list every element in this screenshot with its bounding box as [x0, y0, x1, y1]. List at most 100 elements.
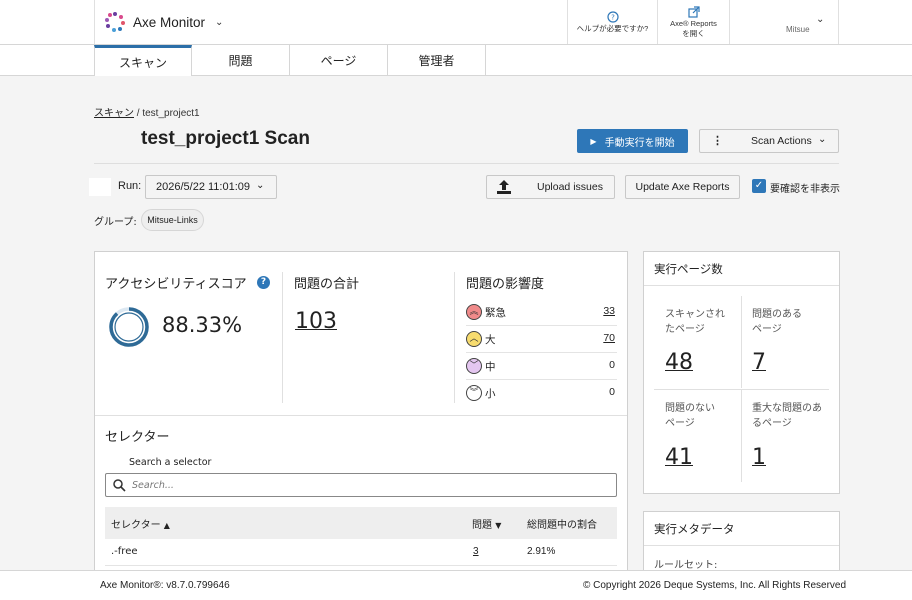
- tab-admin[interactable]: 管理者: [388, 45, 486, 76]
- impact-row-critical: ︽ 緊急 33: [466, 300, 617, 326]
- column-header-selector[interactable]: セレクター ▲︎: [111, 516, 170, 531]
- column-divider: [454, 272, 455, 403]
- help-icon[interactable]: ?: [257, 276, 270, 289]
- svg-text:?: ?: [611, 13, 615, 21]
- axe-logo-icon: [105, 12, 125, 32]
- upload-issues-label: Upload issues: [537, 181, 603, 193]
- tab-pages[interactable]: ページ: [290, 45, 388, 76]
- chevron-down-icon: ⌄: [256, 180, 265, 191]
- start-manual-run-label: 手動実行を開始: [604, 137, 675, 149]
- score-ring-chart: [109, 307, 149, 347]
- run-metadata-title: 実行メタデータ: [654, 522, 735, 536]
- scan-actions-label: Scan Actions: [751, 135, 812, 147]
- impact-count: 0: [609, 359, 615, 371]
- run-pages-title: 実行ページ数: [654, 262, 723, 276]
- impact-name: 大: [485, 334, 496, 346]
- chevron-down-icon: ⌄: [816, 14, 825, 25]
- help-label: ヘルプが必要ですか?: [576, 23, 649, 33]
- sort-desc-icon: ▼: [495, 521, 502, 530]
- run-label: Run:: [118, 180, 142, 192]
- breadcrumb-scans-link[interactable]: スキャン: [94, 108, 134, 119]
- breadcrumb-current: test_project1: [142, 108, 200, 119]
- sort-icon: ▲︎: [163, 521, 170, 530]
- top-bar: Axe Monitor ⌄ ? ヘルプが必要ですか? Axe® Reports …: [0, 0, 912, 45]
- tab-scans[interactable]: スキャン: [94, 45, 192, 76]
- ratio-cell: 2.91%: [527, 546, 556, 557]
- card-divider: [644, 545, 839, 546]
- impact-title: 問題の影響度: [466, 277, 545, 292]
- upload-issues-button[interactable]: Upload issues: [486, 175, 615, 199]
- ruleset-label: ルールセット:: [654, 560, 718, 571]
- double-chevron-down-icon: ︾: [466, 385, 482, 401]
- column-divider: [282, 272, 283, 403]
- group-chip[interactable]: Mitsue-Links: [141, 209, 204, 231]
- selectors-table-header: セレクター ▲︎ 問題 ▼ 総問題中の割合: [105, 507, 617, 539]
- stat-pages-critical: 重大な問題のあるページ 1: [752, 401, 838, 471]
- total-issues-value[interactable]: 103: [295, 309, 337, 334]
- impact-count-link[interactable]: 33: [603, 305, 615, 317]
- user-menu[interactable]: Mitsue ⌄: [729, 0, 839, 44]
- impact-row-minor: ︾ 小 0: [466, 381, 617, 407]
- chevron-up-icon: ︿: [466, 331, 482, 347]
- breadcrumb: スキャン / test_project1: [94, 104, 200, 119]
- reports-label-line2: を開く: [682, 28, 705, 38]
- app-switcher[interactable]: Axe Monitor ⌄: [94, 0, 234, 44]
- search-icon: [113, 479, 126, 492]
- stat-value[interactable]: 7: [752, 350, 766, 375]
- section-divider: [95, 415, 627, 416]
- start-manual-run-button[interactable]: ▶ 手動実行を開始: [577, 129, 688, 153]
- selector-cell: .-free: [111, 546, 138, 557]
- run-placeholder: [89, 178, 111, 196]
- stat-label: 問題のないページ: [665, 403, 715, 429]
- selectors-title: セレクター: [105, 430, 170, 445]
- stat-label: 問題のあるページ: [752, 309, 802, 335]
- title-divider: [94, 163, 839, 164]
- run-pages-card: 実行ページ数 スキャンされたページ 48 問題のあるページ 7 問題のないページ…: [643, 251, 840, 494]
- impact-row-moderate: ﹀ 中 0: [466, 354, 617, 380]
- selector-search-box: [105, 473, 617, 497]
- stat-divider: [741, 390, 742, 482]
- search-label: Search a selector: [129, 457, 212, 468]
- card-divider: [644, 285, 839, 286]
- update-axe-reports-button[interactable]: Update Axe Reports: [625, 175, 740, 199]
- run-select-value: 2026/5/22 11:01:09: [156, 181, 250, 193]
- scan-actions-button[interactable]: ⋮ Scan Actions ⌄: [699, 129, 839, 153]
- score-ring-arc: [109, 307, 149, 347]
- impact-count: 0: [609, 386, 615, 398]
- column-header-issues[interactable]: 問題 ▼: [472, 516, 501, 531]
- selector-search-input[interactable]: [132, 477, 602, 493]
- group-label: グループ:: [94, 217, 137, 228]
- chevron-down-icon: ⌄: [818, 134, 827, 145]
- version-text: Axe Monitor®: v8.7.0.799646: [100, 580, 230, 591]
- issues-count-link[interactable]: 3: [473, 546, 479, 557]
- help-button[interactable]: ? ヘルプが必要ですか?: [567, 0, 657, 44]
- impact-name: 中: [485, 361, 496, 373]
- table-row: .-free 3 2.91%: [105, 540, 617, 566]
- accessibility-score-title: アクセシビリティスコア: [105, 277, 247, 292]
- impact-name: 小: [485, 388, 496, 400]
- impact-count-link[interactable]: 70: [603, 332, 615, 344]
- main-tabs: スキャン 問題 ページ 管理者: [0, 45, 912, 76]
- stat-scanned-pages: スキャンされたページ 48: [665, 307, 751, 377]
- stat-value[interactable]: 41: [665, 445, 693, 470]
- tab-issues[interactable]: 問題: [192, 45, 290, 76]
- help-circle-icon: ?: [606, 11, 619, 23]
- column-header-label: 問題: [472, 520, 492, 531]
- hide-needs-review-checkbox[interactable]: ✓: [752, 179, 766, 193]
- column-header-ratio[interactable]: 総問題中の割合: [527, 516, 597, 531]
- stat-value[interactable]: 1: [752, 445, 766, 470]
- play-icon: ▶: [590, 136, 597, 146]
- copyright-text: © Copyright 2026 Deque Systems, Inc. All…: [583, 580, 847, 591]
- external-link-icon: [687, 6, 700, 18]
- stat-value[interactable]: 48: [665, 350, 693, 375]
- chevron-down-icon: ⌄: [215, 16, 224, 28]
- open-reports-button[interactable]: Axe® Reports を開く: [657, 0, 729, 44]
- run-select[interactable]: 2026/5/22 11:01:09 ⌄: [145, 175, 277, 199]
- accessibility-score-value: 88.33%: [162, 313, 243, 337]
- scan-summary-card: アクセシビリティスコア ? 88.33% 問題の合計 103 問題の影響度 ︽ …: [94, 251, 628, 573]
- stat-divider: [741, 296, 742, 388]
- double-chevron-up-icon: ︽: [466, 304, 482, 320]
- impact-name: 緊急: [485, 307, 506, 319]
- stat-pages-with-issues: 問題のあるページ 7: [752, 307, 838, 377]
- stat-label: スキャンされたページ: [665, 309, 725, 335]
